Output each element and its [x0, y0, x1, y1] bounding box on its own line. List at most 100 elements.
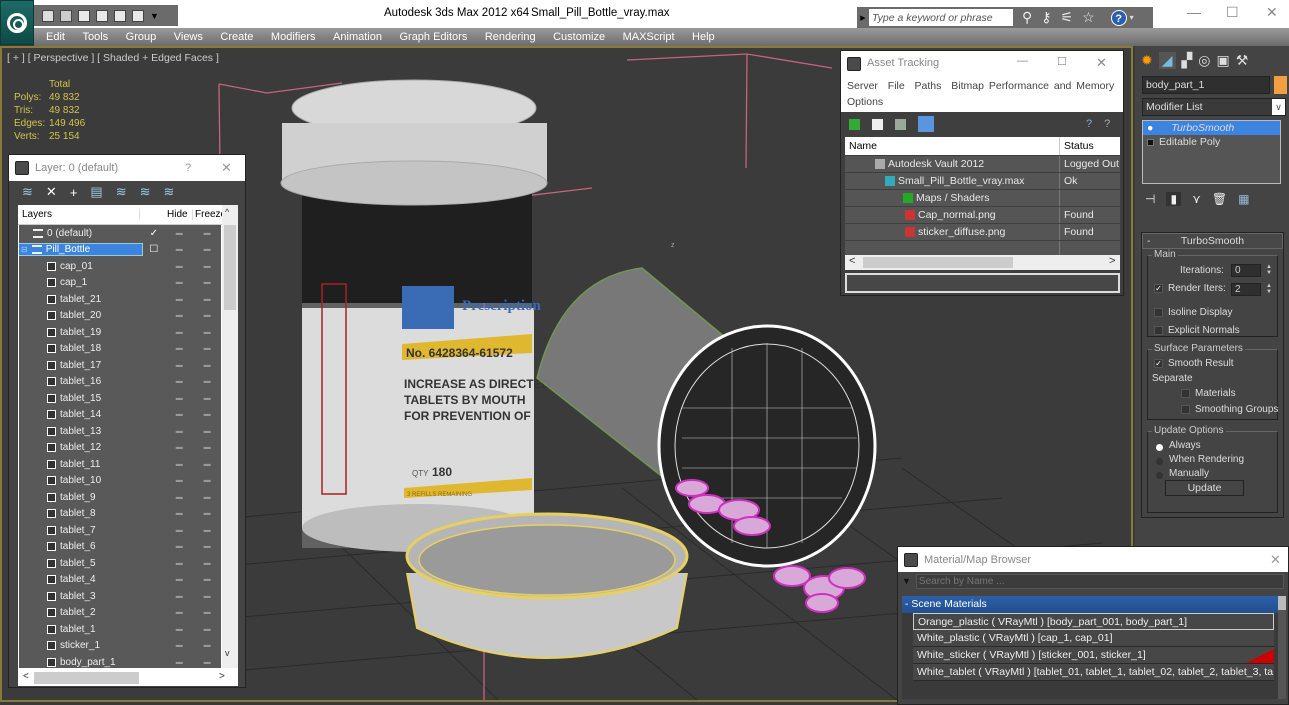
hide-toggle[interactable]: ▬ [165, 477, 193, 484]
freeze-toggle[interactable]: ▬ [193, 626, 221, 633]
asset-row[interactable]: Maps / Shaders [845, 190, 1120, 207]
pin-stack-icon[interactable]: ⊣ [1145, 192, 1155, 206]
menu-options[interactable]: Options [847, 96, 883, 108]
star-icon[interactable]: ☆ [1082, 9, 1095, 26]
manually-radio[interactable] [1156, 472, 1163, 479]
hide-toggle[interactable]: ▬ [165, 230, 193, 237]
hide-toggle[interactable]: ▬ [165, 494, 193, 501]
layer-row[interactable]: tablet_4 ▬ ▬ [19, 572, 221, 589]
hide-toggle[interactable]: ▬ [165, 345, 193, 352]
show-end-result-icon[interactable]: ▮ [1166, 192, 1182, 206]
layer-row[interactable]: sticker_1 ▬ ▬ [19, 638, 221, 655]
scroll-thumb[interactable] [863, 257, 1013, 268]
col-layers[interactable]: Layers [18, 209, 140, 220]
scroll-left-icon[interactable]: < [23, 671, 29, 682]
layer-name-cell[interactable]: body_part_1 [19, 657, 142, 668]
layer-name-cell[interactable]: cap_01 [19, 261, 142, 272]
layer-name-cell[interactable]: tablet_19 [19, 327, 142, 338]
asset-path-field[interactable] [845, 273, 1120, 293]
configure-sets-icon[interactable]: ▦ [1238, 192, 1249, 206]
table-view-icon[interactable] [918, 116, 934, 132]
freeze-toggle[interactable]: ▬ [193, 593, 221, 600]
freeze-toggle[interactable]: ▬ [193, 329, 221, 336]
freeze-toggle[interactable]: ▬ [193, 230, 221, 237]
scroll-up-icon[interactable]: ^ [225, 207, 229, 217]
material-item[interactable]: White_tablet ( VRayMtl ) [tablet_01, tab… [913, 664, 1274, 681]
freeze-toggle[interactable]: ▬ [193, 609, 221, 616]
scroll-left-icon[interactable]: < [849, 255, 855, 267]
delete-layer-icon[interactable]: ✕ [46, 184, 57, 200]
freeze-toggle[interactable]: ▬ [193, 312, 221, 319]
chevron-down-icon[interactable]: ∨ [1272, 99, 1285, 115]
create-layer-icon[interactable]: ≋ [22, 184, 33, 200]
material-item[interactable]: Orange_plastic ( VRayMtl ) [body_part_00… [913, 613, 1274, 630]
render-iters-spinner[interactable]: 2 [1231, 283, 1261, 296]
layer-row[interactable]: tablet_12 ▬ ▬ [19, 440, 221, 457]
hide-toggle[interactable]: ▬ [165, 659, 193, 666]
collapse-icon[interactable]: - [1147, 234, 1151, 248]
update-button[interactable]: Update [1165, 480, 1244, 496]
hide-toggle[interactable]: ▬ [165, 411, 193, 418]
hide-toggle[interactable]: ▬ [165, 527, 193, 534]
layer-row[interactable]: tablet_5 ▬ ▬ [19, 555, 221, 572]
freeze-toggle[interactable]: ▬ [193, 279, 221, 286]
layer-name-cell[interactable]: tablet_1 [19, 624, 142, 635]
freeze-toggle[interactable]: ▬ [193, 461, 221, 468]
hide-toggle[interactable]: ▬ [165, 609, 193, 616]
asset-row[interactable]: Autodesk Vault 2012 Logged Out [845, 156, 1120, 173]
freeze-toggle[interactable]: ▬ [193, 576, 221, 583]
layer-dialog-titlebar[interactable]: Layer: 0 (default) ? ✕ [9, 155, 245, 181]
col-freeze[interactable]: Freeze [193, 209, 226, 220]
menu-help[interactable]: Help [692, 31, 715, 43]
layer-row[interactable]: ⊟ Pill_Bottle ☐ ▬ ▬ [19, 242, 221, 259]
material-item[interactable]: White_sticker ( VRayMtl ) [sticker_001, … [913, 647, 1274, 664]
material-browser-titlebar[interactable]: Material/Map Browser ✕ [898, 547, 1288, 572]
hide-toggle[interactable]: ▬ [165, 246, 193, 253]
freeze-toggle[interactable]: ▬ [193, 659, 221, 666]
hide-toggle[interactable]: ▬ [165, 378, 193, 385]
iterations-spinner[interactable]: 0 [1231, 264, 1261, 277]
hide-toggle[interactable]: ▬ [165, 642, 193, 649]
utilities-tab-icon[interactable]: ⚒ [1236, 52, 1249, 69]
menu-bitmap-performance[interactable]: Bitmap Performance and Memory [951, 80, 1114, 92]
hide-toggle[interactable]: ▬ [165, 312, 193, 319]
layer-name-cell[interactable]: tablet_5 [19, 558, 142, 569]
freeze-toggle[interactable]: ▬ [193, 263, 221, 270]
make-unique-icon[interactable]: ⋎ [1192, 192, 1201, 206]
layer-row[interactable]: tablet_17 ▬ ▬ [19, 357, 221, 374]
save-icon[interactable] [60, 9, 72, 22]
close-button[interactable]: ✕ [1096, 55, 1107, 71]
scene-materials-section[interactable]: - Scene Materials [902, 596, 1279, 613]
menu-maxscript[interactable]: MAXScript [623, 31, 675, 43]
stack-item-editable-poly[interactable]: Editable Poly [1143, 135, 1280, 149]
modifier-list-dropdown[interactable]: Modifier List ∨ [1142, 98, 1286, 116]
layer-name-cell[interactable]: tablet_16 [19, 376, 142, 387]
layer-row[interactable]: tablet_21 ▬ ▬ [19, 291, 221, 308]
redo-icon[interactable] [132, 9, 144, 22]
layer-name-cell[interactable]: tablet_7 [19, 525, 142, 536]
hide-toggle[interactable]: ▬ [165, 395, 193, 402]
undo-icon[interactable] [114, 9, 126, 22]
hide-toggle[interactable]: ▬ [165, 428, 193, 435]
scroll-thumb[interactable] [1278, 596, 1286, 610]
hide-toggle[interactable]: ▬ [165, 329, 193, 336]
col-hide[interactable]: Hide [165, 209, 193, 220]
layer-row[interactable]: tablet_15 ▬ ▬ [19, 390, 221, 407]
modify-tab-icon[interactable]: ◢ [1158, 51, 1176, 69]
horizontal-scrollbar[interactable]: < > [19, 670, 237, 686]
layer-row[interactable]: body_part_1 ▬ ▬ [19, 654, 221, 668]
freeze-toggle[interactable]: ▬ [193, 527, 221, 534]
layer-name-cell[interactable]: tablet_11 [19, 459, 142, 470]
display-tab-icon[interactable]: ▣ [1217, 52, 1230, 69]
menu-create[interactable]: Create [220, 31, 253, 43]
menu-modifiers[interactable]: Modifiers [271, 31, 316, 43]
freeze-toggle[interactable]: ▬ [193, 345, 221, 352]
layer-name-cell[interactable]: tablet_4 [19, 574, 142, 585]
freeze-toggle[interactable]: ▬ [193, 477, 221, 484]
smoothing-groups-checkbox[interactable] [1181, 405, 1190, 414]
hide-toggle[interactable]: ▬ [165, 263, 193, 270]
add-to-layer-icon[interactable]: + [70, 185, 78, 200]
scroll-down-icon[interactable]: v [225, 648, 230, 658]
menu-tools[interactable]: Tools [82, 31, 108, 43]
stack-item-turbosmooth[interactable]: ● TurboSmooth [1143, 121, 1280, 135]
